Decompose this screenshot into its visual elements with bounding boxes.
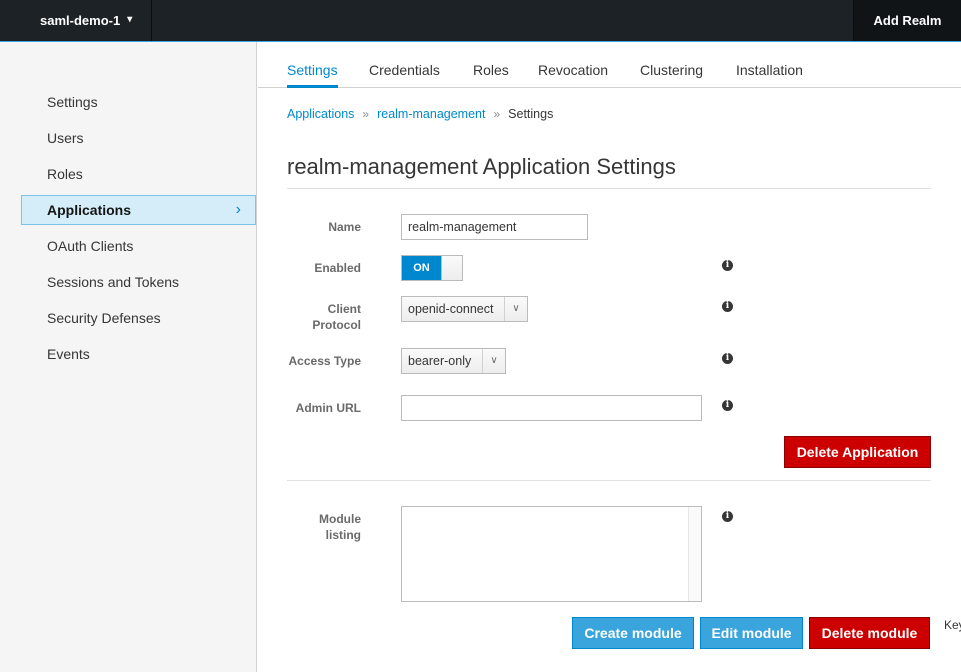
chevron-down-icon: ∨ [482, 349, 505, 373]
add-realm-button[interactable]: Add Realm [853, 0, 961, 41]
enabled-toggle[interactable]: ON [401, 255, 463, 281]
tab-settings[interactable]: Settings [287, 42, 338, 88]
module-listing-textarea[interactable] [401, 506, 702, 602]
info-icon[interactable]: i [722, 301, 733, 312]
divider [287, 480, 931, 481]
client-protocol-select[interactable]: openid-connect ∨ [401, 296, 528, 322]
info-icon[interactable]: i [722, 260, 733, 271]
tab-installation[interactable]: Installation [736, 42, 803, 88]
access-type-value: bearer-only [408, 354, 472, 368]
sidebar: Settings Users Roles Applications › OAut… [0, 42, 257, 672]
delete-application-button[interactable]: Delete Application [784, 436, 931, 468]
info-icon[interactable]: i [722, 353, 733, 364]
admin-url-label: Admin URL [295, 401, 361, 415]
module-listing-label-line-2: listing [325, 528, 361, 542]
client-protocol-label: Client Protocol [241, 301, 361, 333]
toggle-knob [441, 256, 462, 280]
enabled-label: Enabled [314, 261, 361, 275]
info-icon[interactable]: i [722, 511, 733, 522]
breadcrumb: Applications » realm-management » Settings [287, 107, 553, 121]
realm-name: saml-demo-1 [40, 13, 121, 28]
tab-credentials[interactable]: Credentials [369, 42, 440, 88]
access-type-select[interactable]: bearer-only ∨ [401, 348, 506, 374]
scrollbar[interactable] [688, 507, 701, 601]
chevron-down-icon: ▾ [127, 14, 133, 25]
create-module-button[interactable]: Create module [572, 617, 694, 649]
breadcrumb-separator: » [493, 107, 501, 121]
sidebar-item-settings[interactable]: Settings [21, 87, 256, 117]
sidebar-item-label: Applications [47, 202, 132, 218]
sidebar-item-sessions-and-tokens[interactable]: Sessions and Tokens [21, 267, 256, 297]
page-title: realm-management Application Settings [287, 154, 676, 179]
sidebar-item-applications[interactable]: Applications › [21, 195, 256, 225]
breadcrumb-separator: » [362, 107, 370, 121]
tab-bar: Settings Credentials Roles Revocation Cl… [258, 42, 961, 88]
edit-module-button[interactable]: Edit module [700, 617, 803, 649]
name-field[interactable]: realm-management [401, 214, 588, 240]
sidebar-item-security-defenses[interactable]: Security Defenses [21, 303, 256, 333]
breadcrumb-applications[interactable]: Applications [287, 107, 354, 121]
sidebar-item-users[interactable]: Users [21, 123, 256, 153]
realm-selector[interactable]: saml-demo-1 ▾ [0, 0, 152, 41]
breadcrumb-realm-management[interactable]: realm-management [377, 107, 485, 121]
client-protocol-label-line-1: Client [327, 302, 361, 316]
tab-revocation[interactable]: Revocation [538, 42, 608, 88]
chevron-down-icon: ∨ [504, 297, 527, 321]
name-label: Name [328, 220, 361, 234]
client-protocol-label-line-2: Protocol [312, 318, 361, 332]
access-type-label: Access Type [288, 354, 362, 368]
sidebar-item-roles[interactable]: Roles [21, 159, 256, 189]
tab-clustering[interactable]: Clustering [640, 42, 703, 88]
module-listing-label: Module listing [241, 511, 361, 543]
module-listing-label-line-1: Module [319, 512, 361, 526]
delete-module-button[interactable]: Delete module [809, 617, 930, 649]
toggle-on-label: ON [402, 256, 441, 280]
admin-url-field[interactable] [401, 395, 702, 421]
divider [287, 188, 931, 189]
sidebar-item-oauth-clients[interactable]: OAuth Clients [21, 231, 256, 261]
breadcrumb-current: Settings [508, 107, 554, 121]
top-navbar: saml-demo-1 ▾ Add Realm [0, 0, 961, 42]
cut-off-button-label[interactable]: Key [944, 618, 961, 632]
client-protocol-value: openid-connect [408, 302, 494, 316]
sidebar-item-events[interactable]: Events [21, 339, 256, 369]
info-icon[interactable]: i [722, 400, 733, 411]
tab-roles[interactable]: Roles [473, 42, 509, 88]
